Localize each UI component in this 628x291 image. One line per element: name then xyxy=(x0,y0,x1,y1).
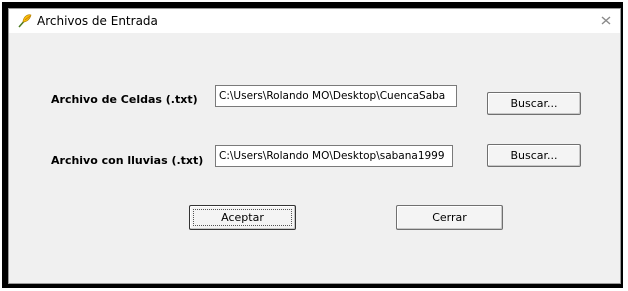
buscar-celdas-label: Buscar... xyxy=(510,97,558,110)
celdas-file-field[interactable] xyxy=(215,85,457,107)
lluvias-file-label: Archivo con lluvias (.txt) xyxy=(51,154,204,167)
feather-app-icon xyxy=(17,13,33,29)
aceptar-label: Aceptar xyxy=(221,211,264,224)
window-frame: Archivos de Entrada Archivo de Celdas (.… xyxy=(2,2,623,288)
lluvias-file-field[interactable] xyxy=(215,145,453,167)
buscar-celdas-button[interactable]: Buscar... xyxy=(487,92,581,115)
dialog-window: Archivos de Entrada Archivo de Celdas (.… xyxy=(8,8,621,284)
aceptar-button[interactable]: Aceptar xyxy=(189,205,296,230)
celdas-file-label: Archivo de Celdas (.txt) xyxy=(51,93,198,106)
close-button[interactable] xyxy=(598,13,614,27)
buscar-lluvias-label: Buscar... xyxy=(510,149,558,162)
close-icon xyxy=(601,15,611,25)
cerrar-label: Cerrar xyxy=(432,211,467,224)
cerrar-button[interactable]: Cerrar xyxy=(396,205,503,230)
buscar-lluvias-button[interactable]: Buscar... xyxy=(487,144,581,167)
window-title: Archivos de Entrada xyxy=(37,14,158,28)
title-bar[interactable]: Archivos de Entrada xyxy=(9,9,620,33)
